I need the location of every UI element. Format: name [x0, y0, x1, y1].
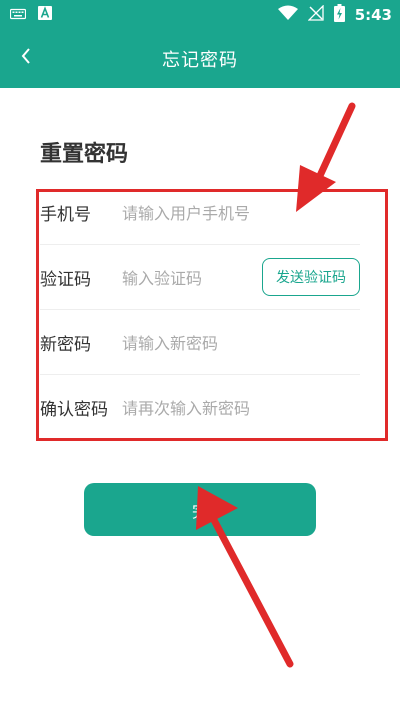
confirm-password-label: 确认密码 [40, 399, 108, 420]
done-button[interactable]: 完 [84, 483, 316, 536]
a-notification-icon [38, 5, 52, 24]
keyboard-icon [9, 5, 27, 24]
new-password-label: 新密码 [40, 334, 91, 355]
confirm-password-input[interactable]: 请再次输入新密码 [122, 395, 250, 419]
code-label: 验证码 [40, 269, 91, 290]
app-bar: 忘记密码 [0, 28, 400, 88]
phone-row: 手机号 请输入用户手机号 [40, 180, 360, 245]
status-time: 5:43 [354, 6, 392, 24]
code-input[interactable]: 输入验证码 [122, 265, 202, 289]
send-code-button[interactable]: 发送验证码 [262, 258, 360, 296]
code-row: 验证码 输入验证码 发送验证码 [40, 245, 360, 310]
wifi-icon [277, 5, 298, 25]
page-title: 忘记密码 [162, 50, 238, 71]
section-heading: 重置密码 [40, 142, 129, 167]
new-password-row: 新密码 请输入新密码 [40, 310, 360, 375]
battery-charging-icon [333, 4, 345, 26]
no-sim-icon [307, 4, 324, 25]
done-button-label: 完 [191, 501, 208, 521]
status-bar: 5:43 [0, 0, 400, 28]
reset-password-form: 手机号 请输入用户手机号 验证码 输入验证码 发送验证码 新密码 请输入新密码 … [40, 180, 360, 439]
confirm-password-row: 确认密码 请再次输入新密码 [40, 375, 360, 439]
new-password-input[interactable]: 请输入新密码 [122, 330, 218, 354]
phone-input[interactable]: 请输入用户手机号 [122, 200, 250, 224]
phone-label: 手机号 [40, 204, 91, 225]
